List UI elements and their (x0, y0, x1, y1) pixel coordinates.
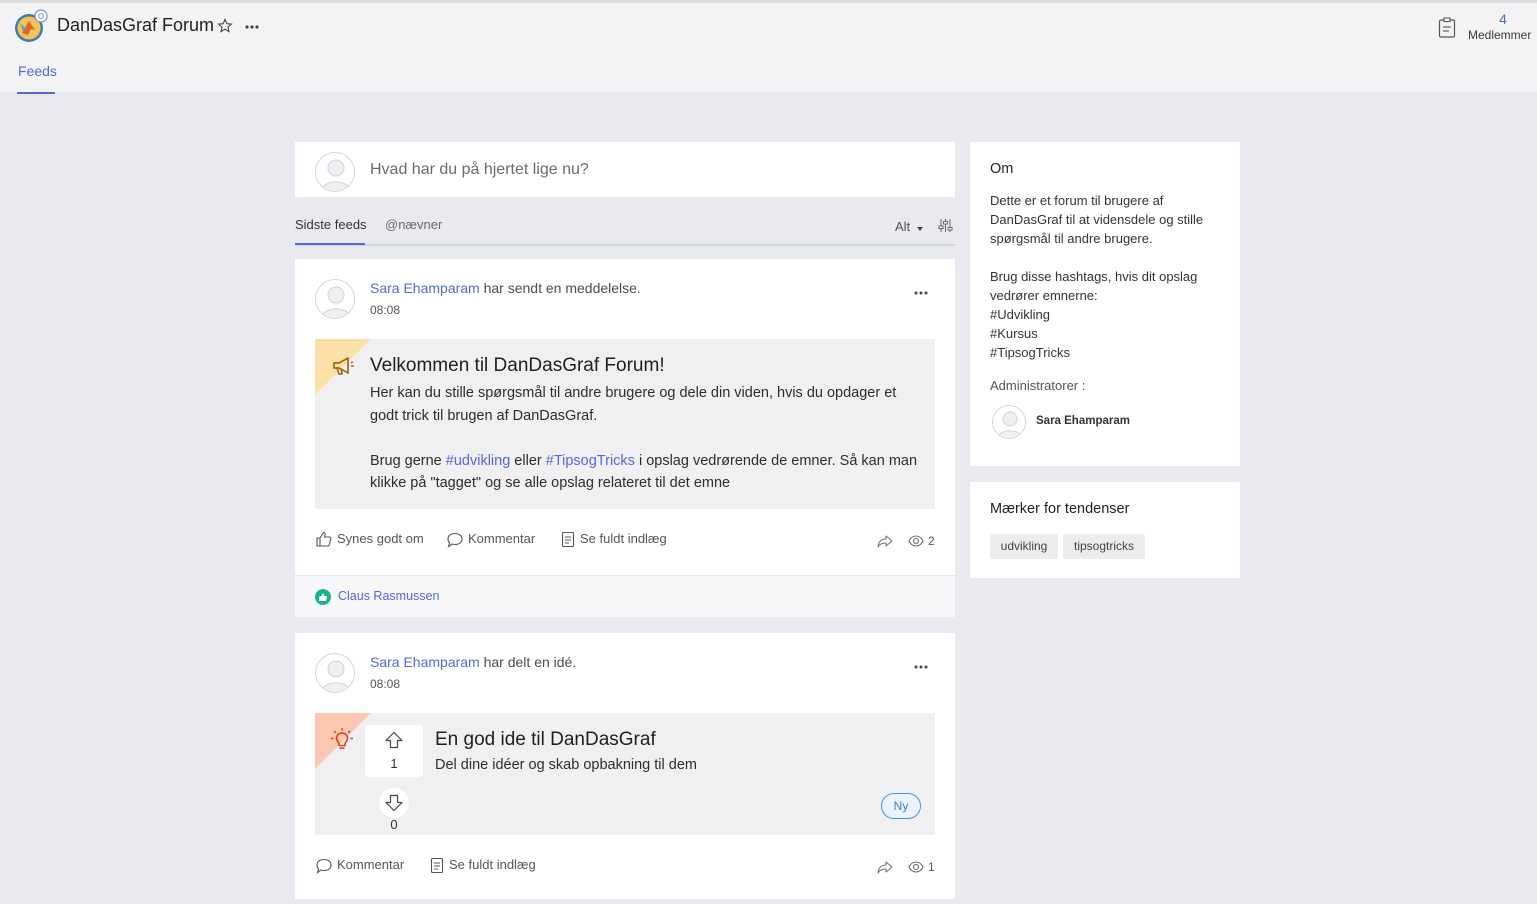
megaphone-icon (331, 355, 355, 377)
about-heading: Om (990, 161, 1014, 177)
downvote-count: 0 (390, 817, 398, 832)
comment-icon (447, 532, 463, 548)
document-icon (430, 857, 444, 874)
lightbulb-icon (330, 727, 354, 753)
views-count: 2 (928, 534, 935, 548)
members-label[interactable]: Medlemmer (1468, 28, 1531, 42)
document-icon (561, 531, 575, 548)
share-icon[interactable] (877, 534, 893, 548)
forum-header: DanDasGraf Forum 4 Medlemmer Feeds (0, 0, 1537, 94)
current-user-avatar (315, 152, 355, 192)
share-icon[interactable] (877, 860, 893, 874)
downvote-button[interactable] (379, 788, 409, 818)
comment-label[interactable]: Kommentar (337, 857, 404, 872)
about-line: Brug disse hashtags, hvis dit opslag (990, 269, 1198, 284)
author-avatar[interactable] (315, 653, 355, 693)
announcement-body: Her kan du stille spørgsmål til andre br… (370, 382, 925, 495)
forum-more-options-icon[interactable] (244, 21, 262, 31)
trend-tag-tipsogtricks[interactable]: tipsogtricks (1063, 534, 1145, 559)
about-card: Om Dette er et forum til brugere af DanD… (970, 142, 1240, 466)
arrow-up-icon[interactable] (384, 731, 404, 749)
liked-by-link[interactable]: Claus Rasmussen (338, 589, 439, 603)
trend-tag-udvikling[interactable]: udvikling (990, 534, 1058, 559)
feed-tabs: Sidste feeds @nævner Alt (295, 212, 955, 246)
administrators-label: Administratorer : (990, 378, 1086, 393)
admin-name-link[interactable]: Sara Ehamparam (1036, 415, 1130, 427)
tab-mentions[interactable]: @nævner (385, 217, 442, 232)
members-list-icon[interactable] (1438, 17, 1456, 39)
favorite-star-icon[interactable] (217, 18, 233, 34)
text-segment: eller (510, 452, 546, 469)
announcement-paragraph-2: Brug gerne #udvikling eller #TipsogTrick… (370, 450, 925, 495)
forum-logo (14, 9, 48, 43)
post-author-link[interactable]: Sara Ehamparam (370, 654, 480, 670)
filter-settings-icon[interactable] (938, 218, 953, 233)
feed-filter-select[interactable]: Alt (895, 219, 910, 234)
upvote-button[interactable]: 1 (365, 725, 423, 777)
thumbs-up-icon (316, 531, 332, 547)
about-line: #Kursus (990, 326, 1038, 341)
composer-input[interactable]: Hvad har du på hjertet lige nu? (370, 161, 589, 179)
post-header: Sara Ehamparam har delt en idé. (370, 654, 576, 670)
about-text: Dette er et forum til brugere af DanDasG… (990, 191, 1225, 362)
forum-title: DanDasGraf Forum (57, 15, 215, 35)
idea-content: 1 0 En god ide til DanDasGraf Del dine i… (315, 713, 935, 835)
about-line: Dette er et forum til brugere af (990, 193, 1164, 208)
views-eye-icon (908, 861, 924, 873)
hashtag-tipsogtricks-link[interactable]: #TipsogTricks (546, 453, 635, 469)
feed-post-idea: Sara Ehamparam har delt en idé. 08:08 1 … (295, 633, 955, 899)
post-timestamp: 08:08 (370, 677, 401, 691)
feed-post-announcement: Sara Ehamparam har sendt en meddelelse. … (295, 259, 955, 617)
about-line: DanDasGraf til at vidensdele og stille (990, 212, 1204, 227)
views-eye-icon (908, 535, 924, 547)
tab-active-indicator (17, 92, 55, 94)
trending-tags-card: Mærker for tendenser udvikling tipsogtri… (970, 482, 1240, 578)
about-line: #TipsogTricks (990, 345, 1070, 360)
like-label[interactable]: Synes godt om (337, 531, 424, 546)
trending-heading: Mærker for tendenser (990, 501, 1130, 517)
comment-label[interactable]: Kommentar (468, 531, 535, 546)
likes-summary: Claus Rasmussen (295, 575, 955, 617)
comment-icon (316, 858, 332, 874)
about-line (990, 248, 1225, 267)
idea-title: En god ide til DanDasGraf (435, 729, 656, 750)
post-more-options-icon[interactable] (914, 291, 928, 295)
feed-tab-active-indicator (295, 243, 365, 245)
hashtag-udvikling-link[interactable]: #udvikling (446, 453, 511, 469)
admin-avatar[interactable] (992, 405, 1026, 439)
announcement-paragraph-1: Her kan du stille spørgsmål til andre br… (370, 385, 897, 424)
post-more-options-icon[interactable] (914, 665, 928, 669)
announcement-content: Velkommen til DanDasGraf Forum! Her kan … (315, 339, 935, 509)
tab-feeds[interactable]: Feeds (18, 63, 57, 79)
arrow-down-icon[interactable] (384, 794, 404, 812)
announcement-title: Velkommen til DanDasGraf Forum! (370, 355, 665, 376)
post-author-link[interactable]: Sara Ehamparam (370, 280, 480, 296)
like-badge-icon (315, 589, 331, 605)
views-count: 1 (928, 860, 935, 874)
idea-subtitle: Del dine idéer og skab opbakning til dem (435, 757, 697, 773)
full-post-label[interactable]: Se fuldt indlæg (449, 857, 536, 872)
members-count[interactable]: 4 (1468, 11, 1537, 27)
text-segment: Brug gerne (370, 452, 446, 469)
post-composer[interactable]: Hvad har du på hjertet lige nu? (295, 142, 955, 197)
author-avatar[interactable] (315, 279, 355, 319)
tab-latest-feeds[interactable]: Sidste feeds (295, 217, 367, 232)
post-action-text: har sendt en meddelelse. (479, 280, 641, 296)
post-action-text: har delt en idé. (479, 654, 577, 670)
post-header: Sara Ehamparam har sendt en meddelelse. (370, 280, 641, 296)
about-line: vedrører emnerne: (990, 288, 1098, 303)
about-line: #Udvikling (990, 307, 1050, 322)
post-timestamp: 08:08 (370, 303, 401, 317)
idea-status-badge: Ny (881, 793, 921, 819)
chevron-down-icon[interactable] (917, 227, 923, 231)
about-line: spørgsmål til andre brugere. (990, 231, 1153, 246)
upvote-count: 1 (390, 756, 398, 771)
full-post-label[interactable]: Se fuldt indlæg (580, 531, 667, 546)
